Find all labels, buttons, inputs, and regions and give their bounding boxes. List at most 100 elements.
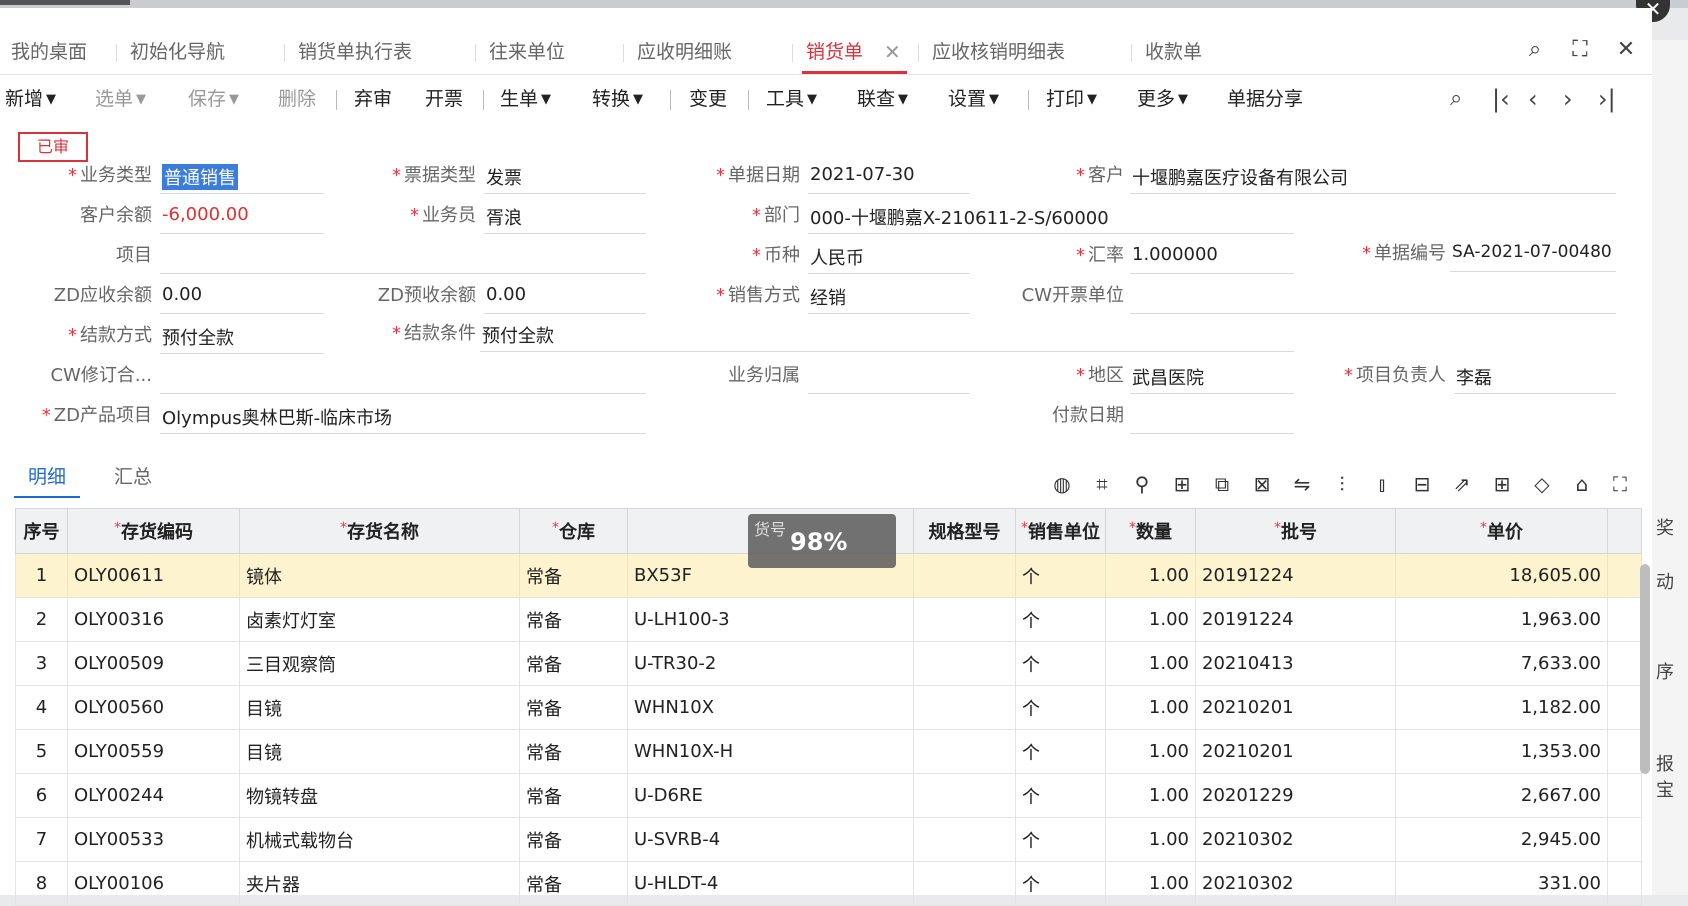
cell-seq[interactable]: 8 [15,861,68,906]
generate-button[interactable]: 生单 ▼ [500,78,551,120]
cell-batch[interactable]: 20210201 [1195,729,1396,774]
project-field[interactable] [160,241,646,274]
copy-row-icon[interactable]: ⧉ [1208,470,1236,498]
location-icon[interactable]: ⚲ [1128,470,1156,498]
tag-icon[interactable]: ◇ [1528,470,1556,498]
table-row[interactable]: 6 OLY00244 物镜转盘 常备 U-D6RE 个 1.00 20201229 2,667.… [15,773,1642,818]
col-header-seq[interactable]: 序号 [15,508,68,554]
cell-code[interactable]: OLY00533 [67,817,240,862]
cell-unit[interactable]: 个 [1015,861,1106,906]
cell-price[interactable]: 1,182.00 [1395,685,1608,730]
cell-seq[interactable]: 4 [15,685,68,730]
cell-warehouse[interactable]: 常备 [519,861,628,906]
export-icon[interactable]: ⇗ [1448,470,1476,498]
cell-batch[interactable]: 20210302 [1195,817,1396,862]
cell-qty[interactable]: 1.00 [1105,773,1196,818]
cell-article[interactable]: WHN10X [627,685,914,730]
biz-type-field[interactable]: 普通销售 [160,161,324,194]
cell-batch[interactable]: 20191224 [1195,597,1396,642]
cell-price[interactable]: 2,667.00 [1395,773,1608,818]
layout-icon[interactable]: ⊞ [1488,470,1516,498]
cell-warehouse[interactable]: 常备 [519,729,628,774]
add-row-icon[interactable]: ⊞ [1168,470,1196,498]
merge-icon[interactable]: ⫶ [1328,470,1356,498]
cell-warehouse[interactable]: 常备 [519,597,628,642]
cell-spec[interactable] [913,817,1016,862]
cell-spec[interactable] [913,861,1016,906]
cell-name[interactable]: 卤素灯灯室 [239,597,520,642]
invoice-button[interactable]: 开票 [425,78,463,120]
col-header-name[interactable]: *存货名称 [239,508,520,554]
cell-article[interactable]: U-HLDT-4 [627,861,914,906]
cell-qty[interactable]: 1.00 [1105,685,1196,730]
cell-seq[interactable]: 5 [15,729,68,774]
cell-price[interactable]: 1,353.00 [1395,729,1608,774]
cell-qty[interactable]: 1.00 [1105,729,1196,774]
cell-name[interactable]: 镜体 [239,553,520,598]
settings-button[interactable]: 设置 ▼ [948,78,999,120]
bill-type-field[interactable]: 发票 [484,161,646,194]
cell-warehouse[interactable]: 常备 [519,773,628,818]
cell-unit[interactable]: 个 [1015,773,1106,818]
cell-name[interactable]: 三目观察筒 [239,641,520,686]
settle-cond-field[interactable]: 预付全款 [480,319,1294,352]
cw-contract-field[interactable] [160,361,646,394]
cell-qty[interactable]: 1.00 [1105,817,1196,862]
table-row[interactable]: 2 OLY00316 卤素灯灯室 常备 U-LH100-3 个 1.00 20191224 1,… [15,597,1642,642]
bank-icon[interactable]: ⌂ [1568,470,1596,498]
cell-article[interactable]: U-D6RE [627,773,914,818]
cell-seq[interactable]: 3 [15,641,68,686]
last-record-icon[interactable]: ›| [1598,82,1616,116]
proj-lead-field[interactable]: 李磊 [1454,361,1616,394]
cell-code[interactable]: OLY00559 [67,729,240,774]
doc-search-icon[interactable]: ⌕ [1450,82,1462,116]
cell-price[interactable]: 331.00 [1395,861,1608,906]
new-button[interactable]: 新增 ▼ [5,78,56,120]
biz-owner-field[interactable] [808,361,970,394]
cell-batch[interactable]: 20210201 [1195,685,1396,730]
col-header-batch[interactable]: *批号 [1195,508,1396,554]
pick-button[interactable]: 选单 ▼ [95,78,146,120]
search-icon[interactable]: ⌕ [1521,36,1549,64]
cell-code[interactable]: OLY00316 [67,597,240,642]
cell-qty[interactable]: 1.00 [1105,641,1196,686]
bulb-icon[interactable]: ◍ [1048,470,1076,498]
cw-invoice-unit-field[interactable] [1130,281,1616,314]
cell-code[interactable]: OLY00560 [67,685,240,730]
table-row[interactable]: 4 OLY00560 目镜 常备 WHN10X 个 1.00 20210201 1,182.00 [15,685,1642,730]
scan-icon[interactable]: ⌗ [1088,470,1116,498]
cell-code[interactable]: OLY00244 [67,773,240,818]
cell-unit[interactable]: 个 [1015,641,1106,686]
settle-mode-field[interactable]: 预付全款 [160,321,324,354]
tab-my-desktop[interactable]: 我的桌面 [11,32,87,72]
cell-name[interactable]: 目镜 [239,729,520,774]
cell-spec[interactable] [913,641,1016,686]
region-field[interactable]: 武昌医院 [1130,361,1294,394]
tab-close-icon[interactable]: ✕ [884,32,901,72]
cell-code[interactable]: OLY00509 [67,641,240,686]
cell-warehouse[interactable]: 常备 [519,553,628,598]
cell-spec[interactable] [913,685,1016,730]
cell-spec[interactable] [913,553,1016,598]
col-header-unit[interactable]: *销售单位 [1015,508,1106,554]
cell-code[interactable]: OLY00106 [67,861,240,906]
save-button[interactable]: 保存 ▼ [188,78,239,120]
tab-partners[interactable]: 往来单位 [474,32,565,72]
change-button[interactable]: 变更 [689,78,727,120]
salesman-field[interactable]: 胥浪 [484,201,646,234]
split-icon[interactable]: ⇋ [1288,470,1316,498]
cell-article[interactable]: U-SVRB-4 [627,817,914,862]
tab-sales-order[interactable]: 销货单 [791,32,908,74]
tab-receipt[interactable]: 收款单 [1130,32,1202,72]
cell-article[interactable]: U-LH100-3 [627,597,914,642]
cell-price[interactable]: 2,945.00 [1395,817,1608,862]
cell-qty[interactable]: 1.00 [1105,597,1196,642]
cell-price[interactable]: 7,633.00 [1395,641,1608,686]
cell-price[interactable]: 18,605.00 [1395,553,1608,598]
unaudit-button[interactable]: 弃审 [354,78,392,120]
table-row[interactable]: 5 OLY00559 目镜 常备 WHN10X-H 个 1.00 20210201 1,353.… [15,729,1642,774]
more-button[interactable]: 更多 ▼ [1137,78,1188,120]
print-button[interactable]: 打印 ▼ [1046,78,1097,120]
cell-unit[interactable]: 个 [1015,729,1106,774]
cell-spec[interactable] [913,773,1016,818]
